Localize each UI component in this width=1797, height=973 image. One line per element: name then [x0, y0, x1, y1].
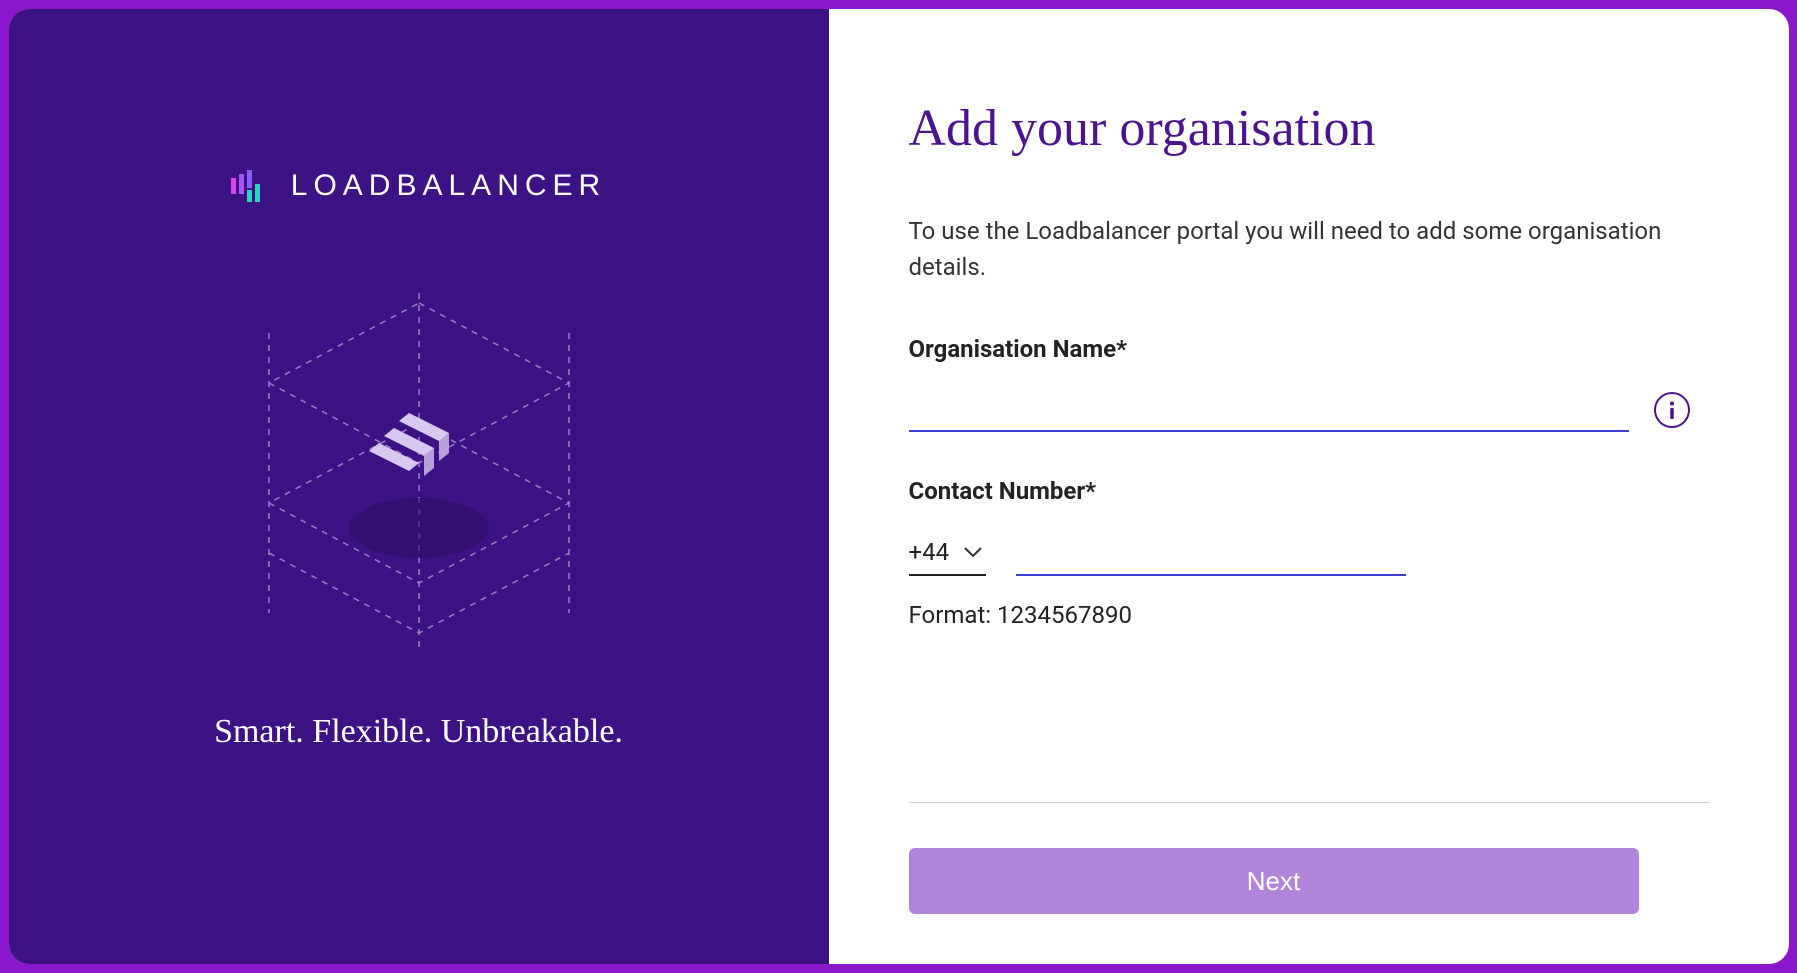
phone-number-input[interactable] — [1016, 532, 1406, 576]
org-name-input[interactable] — [909, 388, 1629, 432]
page-description: To use the Loadbalancer portal you will … — [909, 213, 1709, 285]
info-icon[interactable] — [1654, 392, 1690, 428]
loadbalancer-logo-icon — [231, 170, 273, 202]
country-code-select[interactable]: +44 — [909, 530, 987, 576]
footer: Next — [909, 802, 1709, 914]
left-panel: LOADBALANCER — [9, 9, 829, 964]
org-name-group: Organisation Name* — [909, 335, 1709, 432]
format-hint: Format: 1234567890 — [909, 601, 1709, 629]
contact-number-group: Contact Number* +44 Format: 1234567890 — [909, 477, 1709, 629]
next-button[interactable]: Next — [909, 848, 1639, 914]
right-panel: Add your organisation To use the Loadbal… — [829, 9, 1789, 964]
phone-row: +44 — [909, 530, 1709, 576]
cube-illustration — [229, 273, 609, 653]
org-name-label: Organisation Name* — [909, 335, 1709, 363]
tagline: Smart. Flexible. Unbreakable. — [214, 713, 623, 751]
contact-number-label: Contact Number* — [909, 477, 1709, 505]
brand-name: LOADBALANCER — [291, 169, 606, 203]
main-container: LOADBALANCER — [9, 9, 1789, 964]
org-name-row — [909, 388, 1709, 432]
page-title: Add your organisation — [909, 99, 1709, 158]
logo-header: LOADBALANCER — [231, 169, 606, 203]
country-code-value: +44 — [909, 538, 950, 566]
chevron-down-icon — [964, 546, 982, 558]
